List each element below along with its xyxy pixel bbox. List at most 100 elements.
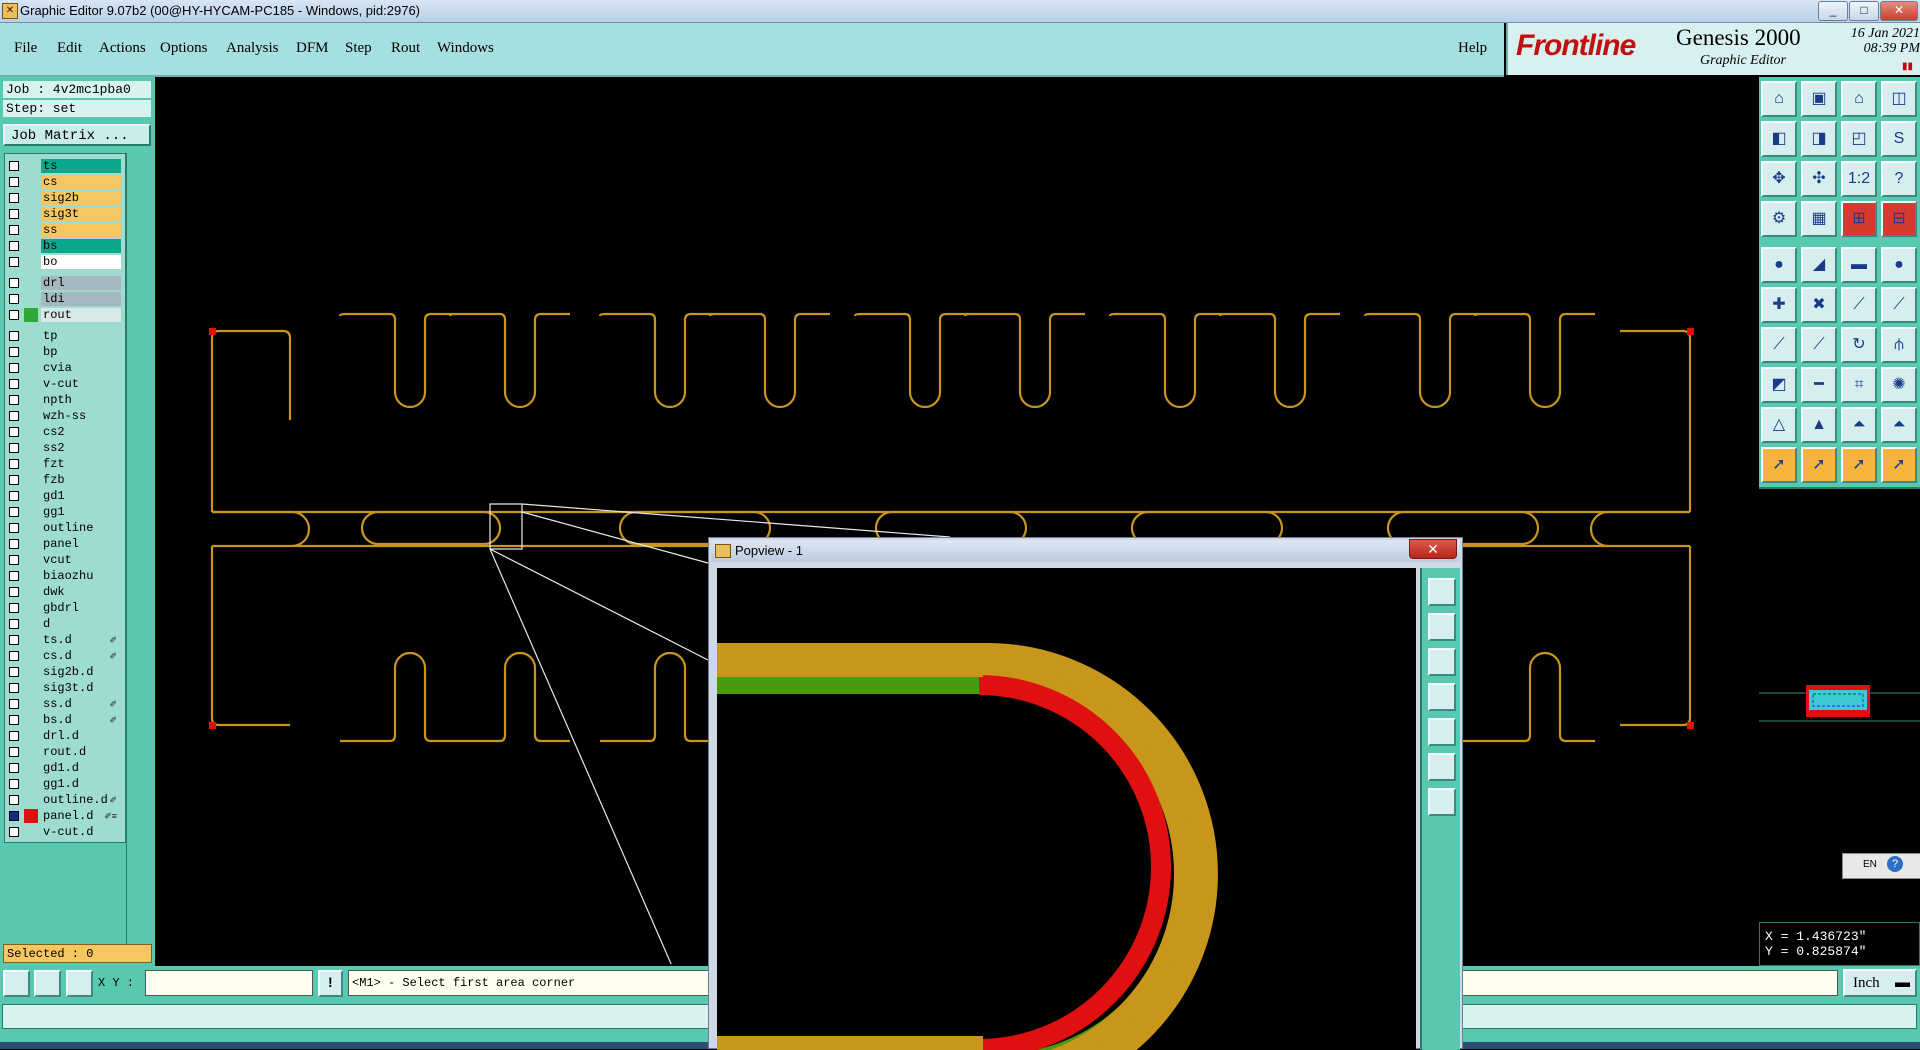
layer-checkbox[interactable] (9, 475, 19, 485)
layer-checkbox[interactable] (9, 651, 19, 661)
arc-icon[interactable]: ↻ (1841, 327, 1877, 363)
help-circle-icon[interactable]: ? (1887, 856, 1903, 872)
menu-dfm[interactable]: DFM (296, 40, 329, 57)
maximize-button[interactable]: □ (1849, 1, 1879, 21)
job-matrix-button[interactable]: Job Matrix ... (3, 124, 151, 146)
layer-checkbox[interactable] (9, 715, 19, 725)
layer-list-scrollbar[interactable] (126, 153, 153, 963)
line-icon[interactable]: ◢ (1801, 247, 1837, 283)
layer-row[interactable]: v-cut (4, 377, 121, 391)
layer-row[interactable]: drl.d (4, 729, 121, 743)
align-icon[interactable]: ⫛ (1881, 327, 1917, 363)
dot-icon[interactable]: ● (1881, 247, 1917, 283)
layer-row[interactable]: bo (4, 255, 121, 269)
delete-icon[interactable]: ✖ (1801, 287, 1837, 323)
layer-checkbox[interactable] (9, 811, 19, 821)
connect-icon[interactable]: ⟋ (1841, 287, 1877, 323)
layer-checkbox[interactable] (9, 225, 19, 235)
layer-row[interactable]: bs (4, 239, 121, 253)
layer-checkbox[interactable] (9, 257, 19, 267)
layer-row[interactable]: dwk (4, 585, 121, 599)
measure-icon[interactable]: ⚙ (1761, 201, 1797, 237)
menu-rout[interactable]: Rout (391, 40, 420, 57)
move-icon[interactable]: ✚ (1761, 287, 1797, 323)
layer-checkbox[interactable] (9, 161, 19, 171)
layer-row[interactable]: ss (4, 223, 121, 237)
layer-checkbox[interactable] (9, 310, 19, 320)
connect2-icon[interactable]: ⟋ (1881, 287, 1917, 323)
layer-row[interactable]: outline (4, 521, 121, 535)
layer-row[interactable]: sig2b (4, 191, 121, 205)
xy-input[interactable] (145, 970, 313, 996)
cut-icon[interactable]: ⟋ (1801, 327, 1837, 363)
popview-close-button[interactable]: ✕ (1409, 539, 1457, 559)
layer-row[interactable]: fzt (4, 457, 121, 471)
menu-file[interactable]: File (14, 40, 37, 57)
layer-checkbox[interactable] (9, 278, 19, 288)
layer-checkbox[interactable] (9, 331, 19, 341)
layer-checkbox[interactable] (9, 193, 19, 203)
layer-row[interactable]: wzh-ss (4, 409, 121, 423)
layer-checkbox[interactable] (9, 347, 19, 357)
layer-checkbox[interactable] (9, 294, 19, 304)
layer-row[interactable]: rout (4, 308, 121, 322)
layer-checkbox[interactable] (9, 635, 19, 645)
snap-mode-icon[interactable] (3, 970, 30, 997)
layer-checkbox[interactable] (9, 555, 19, 565)
layer-row[interactable]: sig2b.d (4, 665, 121, 679)
layer-row[interactable]: bp (4, 345, 121, 359)
array-icon[interactable]: ⌗ (1841, 367, 1877, 403)
layer-checkbox[interactable] (9, 491, 19, 501)
layer-row[interactable]: v-cut.d (4, 825, 121, 839)
layer-row[interactable]: cs.d ✐ (4, 649, 121, 663)
layer-checkbox[interactable] (9, 763, 19, 773)
layer-row[interactable]: gd1 (4, 489, 121, 503)
layer-checkbox[interactable] (9, 603, 19, 613)
layer-row[interactable]: cs (4, 175, 121, 189)
layer-row[interactable]: cs2 (4, 425, 121, 439)
layer-checkbox[interactable] (9, 827, 19, 837)
layer-row[interactable]: outline.d ✐ (4, 793, 121, 807)
layer-checkbox[interactable] (9, 699, 19, 709)
layer-row[interactable]: ss.d ✐ (4, 697, 121, 711)
layer-checkbox[interactable] (9, 683, 19, 693)
split-icon[interactable]: ◫ (1881, 81, 1917, 117)
window-icon[interactable]: ⌂ (1841, 81, 1877, 117)
menu-edit[interactable]: Edit (57, 40, 82, 57)
layer-row[interactable]: ss2 (4, 441, 121, 455)
layer-checkbox[interactable] (9, 443, 19, 453)
zoom-icon[interactable]: ▣ (1801, 81, 1837, 117)
layer-row[interactable]: tp (4, 329, 121, 343)
layer-checkbox[interactable] (9, 667, 19, 677)
layer-row[interactable]: gbdrl (4, 601, 121, 615)
layer-row[interactable]: gg1 (4, 505, 121, 519)
measure-mode-icon[interactable] (34, 970, 61, 997)
layer-row[interactable]: ts.d ✐ (4, 633, 121, 647)
layer-row[interactable]: panel.d ✐≡ (4, 809, 121, 823)
snap-icon[interactable]: ⊞ (1841, 201, 1877, 237)
layer-row[interactable]: fzb (4, 473, 121, 487)
layer-row[interactable]: rout.d (4, 745, 121, 759)
layer-checkbox[interactable] (9, 747, 19, 757)
pointer-icon[interactable]: ➚ (1761, 447, 1797, 483)
pan-right-icon[interactable]: ◨ (1801, 121, 1837, 157)
menu-help[interactable]: Help (1458, 40, 1487, 57)
layer-row[interactable]: bs.d ✐ (4, 713, 121, 727)
pointer4-icon[interactable]: ➚ (1881, 447, 1917, 483)
close-window-button[interactable]: ✕ (1880, 1, 1918, 21)
fit-icon[interactable]: ✥ (1761, 161, 1797, 197)
layer-row[interactable]: npth (4, 393, 121, 407)
layer-checkbox[interactable] (9, 619, 19, 629)
layer-row[interactable]: ldi (4, 292, 121, 306)
minimize-button[interactable]: _ (1818, 1, 1848, 21)
layer-row[interactable]: drl (4, 276, 121, 290)
layer-checkbox[interactable] (9, 427, 19, 437)
home-icon[interactable]: ⌂ (1761, 81, 1797, 117)
popview-fit-icon[interactable] (1428, 753, 1456, 781)
layer-checkbox[interactable] (9, 241, 19, 251)
menu-actions[interactable]: Actions (99, 40, 146, 57)
pad-icon[interactable]: ● (1761, 247, 1797, 283)
grid-mode-icon[interactable] (66, 970, 93, 997)
alert-icon[interactable]: ! (318, 970, 343, 997)
ruler-icon[interactable]: ▬ (1841, 247, 1877, 283)
